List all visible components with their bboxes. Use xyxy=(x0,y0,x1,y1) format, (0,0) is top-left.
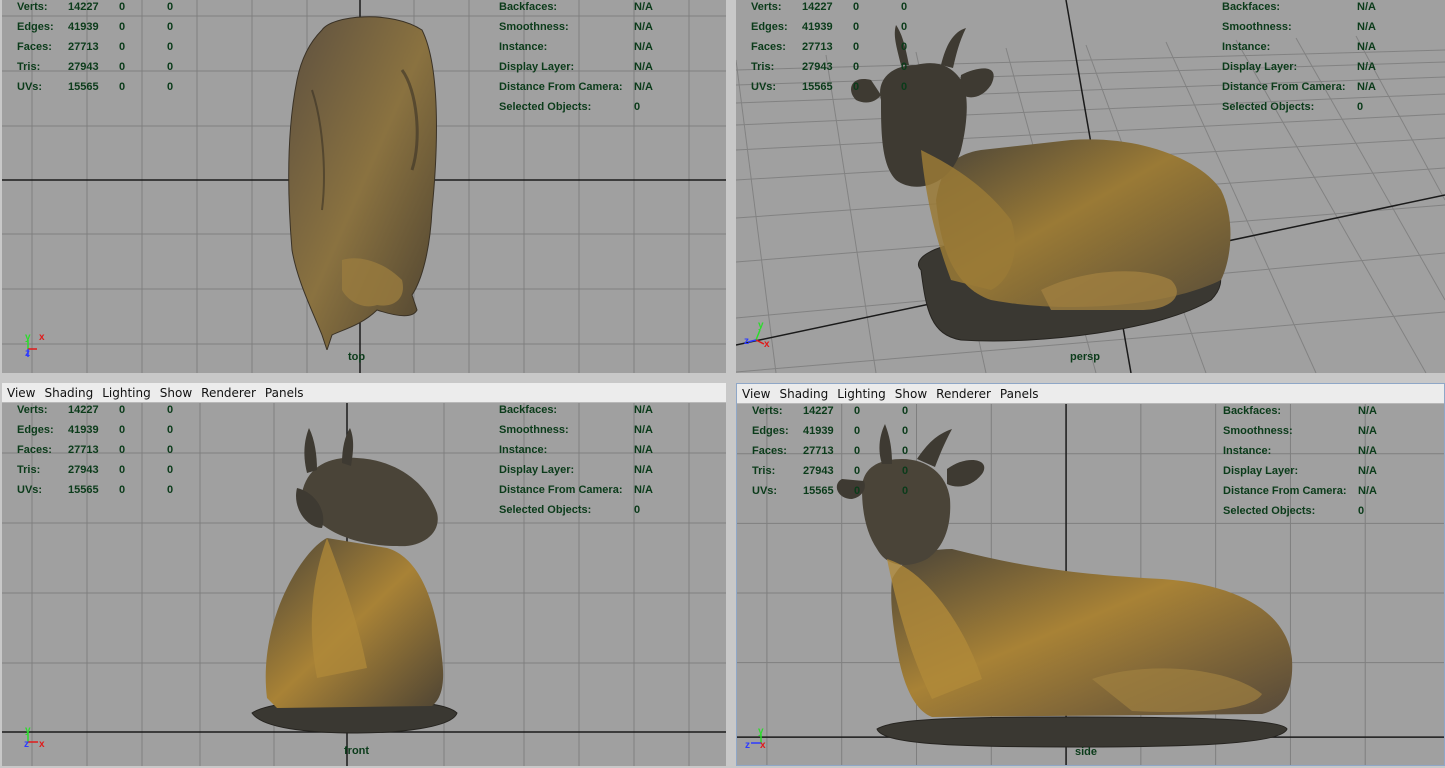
menu-panels[interactable]: Panels xyxy=(264,386,305,400)
viewport-persp[interactable]: Verts: 14227 0 0 Edges: 41939 0 0 Faces: 27713 0… xyxy=(736,0,1445,373)
axis-x-label: x xyxy=(39,332,45,343)
menu-shading[interactable]: Shading xyxy=(778,387,829,401)
cow-model-front[interactable] xyxy=(247,428,467,738)
viewport-side[interactable]: View Shading Lighting Show Renderer Pane… xyxy=(736,383,1445,766)
camera-label-side: side xyxy=(1075,746,1098,758)
menu-view[interactable]: View xyxy=(6,386,36,400)
viewport-front[interactable]: View Shading Lighting Show Renderer Pane… xyxy=(2,383,726,766)
panel-menubar: View Shading Lighting Show Renderer Pane… xyxy=(2,383,726,403)
axis-gizmo: y z x xyxy=(744,320,770,350)
axis-z-label: z xyxy=(25,348,30,359)
menu-renderer[interactable]: Renderer xyxy=(200,386,257,400)
viewport-canvas[interactable]: Verts: 14227 0 0 Edges: 41939 0 0 Faces: 27713 0… xyxy=(736,0,1445,373)
cow-model-top[interactable] xyxy=(282,10,442,350)
viewport-canvas[interactable]: Verts: 14227 0 0 Edges: 41939 0 0 Faces: 27713 0… xyxy=(737,404,1444,765)
axis-gizmo: y z x xyxy=(745,726,766,751)
axis-y-label: y xyxy=(25,332,31,343)
menu-renderer[interactable]: Renderer xyxy=(935,387,992,401)
camera-label-persp: persp xyxy=(1070,351,1100,363)
axis-gizmo: y z x xyxy=(24,725,45,750)
menu-view[interactable]: View xyxy=(741,387,771,401)
panel-menubar: View Shading Lighting Show Renderer Pane… xyxy=(737,384,1444,404)
axis-gizmo: y x z xyxy=(22,332,52,362)
menu-panels[interactable]: Panels xyxy=(999,387,1040,401)
viewport-canvas[interactable]: Verts: 14227 0 0 Edges: 41939 0 0 Faces: 27713 0… xyxy=(2,0,726,373)
menu-show[interactable]: Show xyxy=(159,386,193,400)
camera-label-front: front xyxy=(344,745,370,757)
camera-label-top: top xyxy=(348,351,366,363)
menu-show[interactable]: Show xyxy=(894,387,928,401)
menu-lighting[interactable]: Lighting xyxy=(836,387,887,401)
viewport-top[interactable]: Verts: 14227 0 0 Edges: 41939 0 0 Faces: 27713 0… xyxy=(2,0,726,373)
menu-lighting[interactable]: Lighting xyxy=(101,386,152,400)
viewport-canvas[interactable]: Verts: 14227 0 0 Edges: 41939 0 0 Faces: 27713 0… xyxy=(2,403,726,766)
menu-shading[interactable]: Shading xyxy=(43,386,94,400)
